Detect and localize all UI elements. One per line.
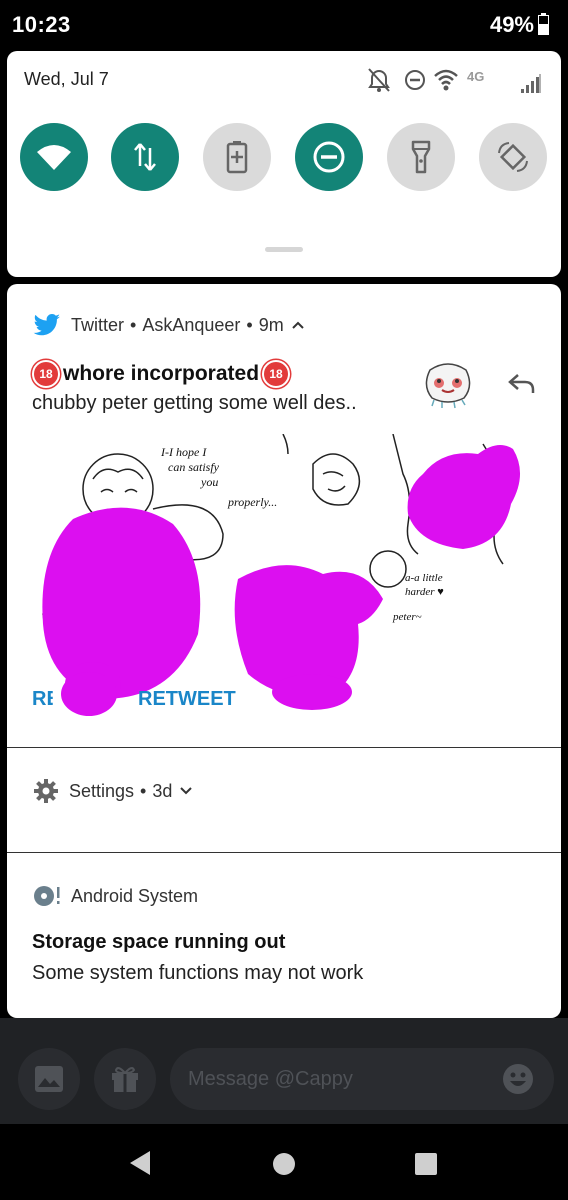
panel-handle[interactable] (265, 247, 303, 252)
gift-icon (112, 1067, 138, 1092)
sketch-text-f: harder ♥ (405, 586, 444, 598)
data-arrows-icon (134, 143, 156, 171)
battery-percent: 49% (489, 12, 534, 37)
sketch-text-b: can satisfy (168, 460, 220, 474)
message-input[interactable]: Message @Cappy (170, 1048, 554, 1110)
dnd-status-icon (405, 70, 425, 90)
navigation-bar (0, 1124, 568, 1200)
signal-icon (521, 74, 541, 93)
gift-button[interactable] (94, 1048, 156, 1110)
tile-auto-rotate[interactable] (479, 123, 547, 191)
storage-warning-text: Some system functions may not work (32, 962, 364, 984)
adult-badge-icon: 18 (32, 360, 60, 388)
settings-app-name: Settings (69, 780, 135, 801)
divider (7, 747, 561, 748)
gear-icon (34, 779, 58, 803)
status-bar: 10:23 49% (0, 0, 568, 50)
chevron-down-icon[interactable] (180, 787, 193, 795)
date-label: Wed, Jul 7 (24, 69, 109, 89)
settings-notification-header[interactable]: Settings • 3d (33, 778, 193, 804)
wifi-icon (37, 145, 71, 170)
storage-icon (34, 886, 60, 906)
notification-panel: Twitter • AskAnqueer • 9m 18 whore incor… (7, 284, 561, 1018)
storage-warning-title: Storage space running out (32, 931, 286, 953)
android-system-app-name: Android System (71, 885, 199, 906)
image-upload-button[interactable] (18, 1048, 80, 1110)
sketch-text-c: you (200, 475, 218, 489)
twitter-notification-title: 18 whore incorporated 18 (32, 360, 291, 388)
censor-marks (42, 445, 521, 706)
avatar (425, 363, 471, 409)
separator-dot: • (130, 314, 137, 335)
tile-flashlight[interactable] (387, 123, 455, 191)
message-placeholder: Message @Cappy (188, 1068, 353, 1090)
alarm-off-icon (368, 68, 390, 92)
twitter-account: AskAnqueer (142, 314, 241, 335)
twitter-bird-icon (33, 314, 60, 336)
divider (7, 852, 561, 853)
tile-do-not-disturb[interactable] (295, 123, 363, 191)
tile-battery-saver[interactable] (203, 123, 271, 191)
home-icon[interactable] (272, 1152, 296, 1176)
tile-mobile-data[interactable] (111, 123, 179, 191)
wifi-status-icon (434, 69, 458, 91)
tile-wifi[interactable] (20, 123, 88, 191)
separator-dot: • (246, 314, 253, 335)
twitter-notification-text: chubby peter getting some well des.. (32, 392, 357, 414)
quick-settings-panel: Wed, Jul 7 4G (7, 51, 561, 277)
sketch-text-g: peter~ (392, 611, 422, 623)
battery-icon (538, 13, 549, 35)
settings-time: 3d (152, 780, 173, 801)
censor-marks-actions (61, 672, 352, 716)
image-icon (35, 1066, 63, 1092)
rotate-icon (498, 142, 528, 172)
twitter-notification-header[interactable]: Twitter • AskAnqueer • 9m (33, 312, 304, 338)
separator-dot: • (140, 780, 147, 801)
twitter-app-name: Twitter (71, 314, 125, 335)
status-icons-row: 4G (368, 68, 541, 93)
battery-saver-icon (226, 141, 248, 174)
adult-badge-icon: 18 (262, 360, 291, 388)
network-type: 4G (467, 69, 484, 84)
back-icon[interactable] (128, 1150, 152, 1176)
twitter-title-text: whore incorporated (63, 362, 260, 385)
recents-icon[interactable] (414, 1152, 438, 1176)
status-time: 10:23 (12, 12, 71, 37)
sketch-text-a: I-I hope I (160, 445, 207, 459)
twitter-time: 9m (258, 314, 284, 335)
android-system-header[interactable]: Android System (33, 884, 198, 908)
sketch-text-d: properly... (227, 495, 277, 509)
dnd-icon (313, 141, 345, 173)
flashlight-icon (411, 140, 431, 174)
chevron-up-icon[interactable] (292, 321, 304, 329)
emoji-icon[interactable] (502, 1063, 534, 1095)
sketch-text-e: a-a little (405, 572, 443, 584)
reply-icon[interactable] (507, 372, 537, 396)
